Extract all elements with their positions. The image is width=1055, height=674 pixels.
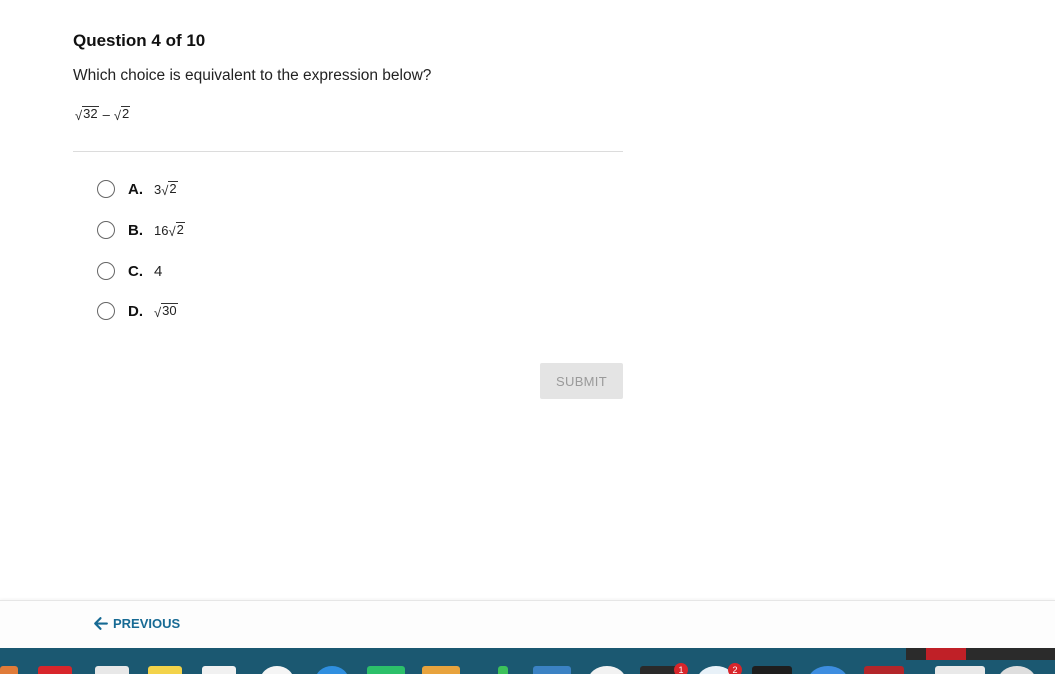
radio-button[interactable]: [97, 302, 115, 320]
previous-label: PREVIOUS: [113, 616, 181, 631]
choice-letter: B.: [128, 221, 143, 239]
sqrt-symbol: √: [154, 304, 162, 320]
notification-badge: 1: [674, 663, 688, 674]
radicand-2: 2: [120, 106, 131, 121]
radical-32: √ 32: [75, 106, 99, 122]
question-prompt: Which choice is equivalent to the expres…: [73, 67, 432, 84]
radical: √ 2: [168, 222, 185, 239]
choice-answer: 3 √ 2: [154, 181, 178, 197]
radical: √ 30: [154, 303, 178, 319]
submit-button[interactable]: SUBMIT: [540, 363, 623, 399]
choice-letter: C.: [128, 262, 143, 280]
radio-button[interactable]: [97, 180, 115, 198]
footer-nav: PREVIOUS: [0, 600, 1055, 649]
sqrt-symbol: √: [168, 223, 176, 239]
choice-letter: A.: [128, 180, 143, 198]
app-icon[interactable]: [533, 666, 571, 674]
radio-button[interactable]: [97, 262, 115, 280]
coefficient: 16: [154, 222, 169, 238]
app-icon[interactable]: [202, 666, 236, 674]
choice-answer: 4: [154, 262, 163, 280]
minus-operator: –: [102, 106, 110, 122]
app-icon[interactable]: [752, 666, 792, 674]
choice-letter: D.: [128, 302, 143, 320]
app-icon[interactable]: [998, 666, 1036, 674]
previous-button[interactable]: PREVIOUS: [92, 615, 180, 632]
app-icon[interactable]: [935, 666, 985, 674]
sqrt-symbol: √: [161, 182, 169, 198]
choice-answer: 16 √ 2: [154, 222, 185, 238]
sqrt-symbol: √: [75, 107, 83, 123]
radical-2: √ 2: [113, 106, 131, 123]
choice-a[interactable]: A. 3 √ 2: [97, 180, 178, 198]
app-icon[interactable]: [260, 666, 294, 674]
notification-badge: 2: [728, 663, 742, 674]
choice-c[interactable]: C. 4: [97, 262, 162, 280]
math-expression: √ 32 – √ 2: [75, 106, 131, 123]
app-icon[interactable]: [367, 666, 405, 674]
app-icon[interactable]: [926, 648, 966, 660]
app-icon[interactable]: [315, 666, 349, 674]
app-icon[interactable]: [0, 666, 18, 674]
app-icon[interactable]: [808, 666, 848, 674]
radio-button[interactable]: [97, 221, 115, 239]
choice-b[interactable]: B. 16 √ 2: [97, 221, 185, 239]
radicand: 2: [168, 181, 178, 197]
radicand: 2: [175, 222, 185, 238]
app-icon[interactable]: [38, 666, 72, 674]
app-icon[interactable]: [422, 666, 460, 674]
taskbar-dock: 1 2: [0, 648, 1055, 674]
app-icon[interactable]: [95, 666, 129, 674]
radicand-32: 32: [82, 106, 99, 121]
app-icon[interactable]: [498, 666, 508, 674]
app-icon[interactable]: [148, 666, 182, 674]
coefficient: 3: [154, 181, 162, 197]
choice-d[interactable]: D. √ 30: [97, 302, 178, 320]
radicand: 30: [161, 303, 178, 319]
app-icon[interactable]: [588, 666, 626, 674]
divider: [73, 151, 623, 152]
sqrt-symbol: √: [113, 107, 121, 123]
arrow-left-icon: [94, 617, 108, 630]
radical: √ 2: [161, 181, 178, 198]
choice-answer: √ 30: [154, 303, 178, 319]
app-icon[interactable]: [864, 666, 904, 674]
question-title: Question 4 of 10: [73, 31, 206, 50]
